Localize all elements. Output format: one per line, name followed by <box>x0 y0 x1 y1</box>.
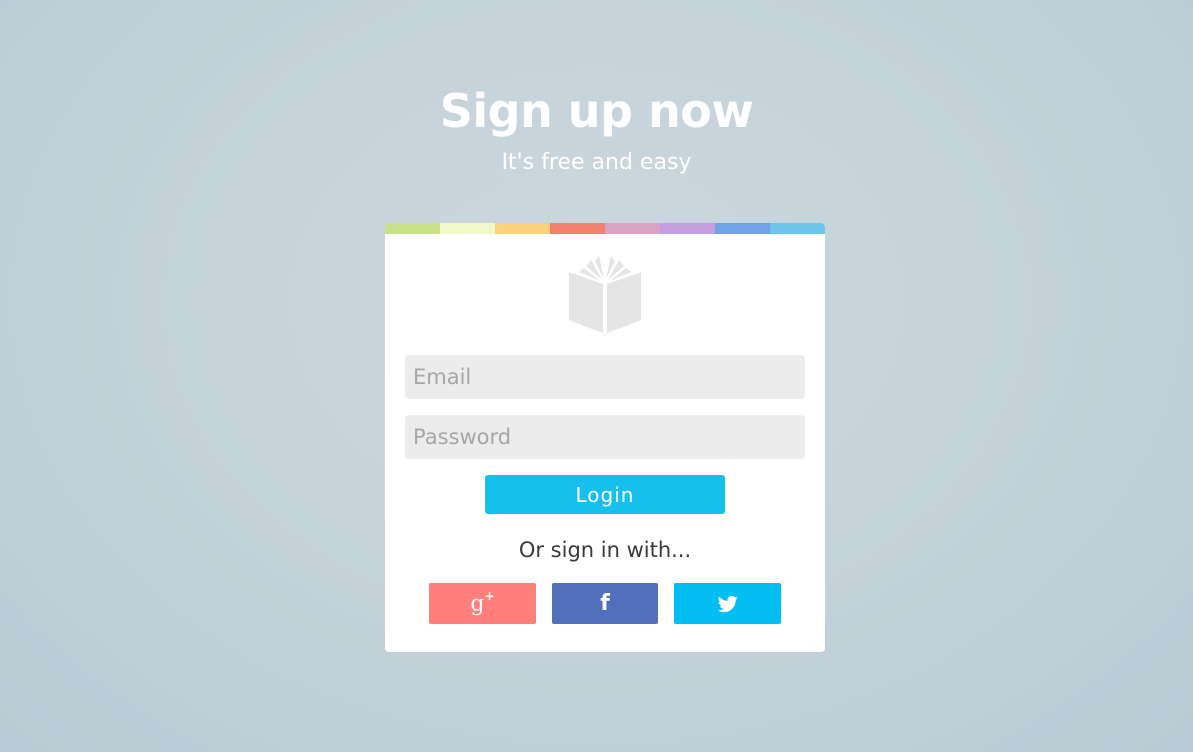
login-card: Login Or sign in with... g+ f <box>385 223 825 652</box>
google-plus-button[interactable]: g+ <box>429 583 536 624</box>
page-header: Sign up now It's free and easy <box>0 82 1193 178</box>
email-field[interactable] <box>405 355 805 399</box>
stripe-segment <box>550 223 605 234</box>
page-title: Sign up now <box>439 84 754 138</box>
stripe-segment <box>770 223 825 234</box>
google-plus-icon: g+ <box>470 589 495 617</box>
open-book-icon <box>569 256 641 336</box>
facebook-icon: f <box>600 590 610 616</box>
facebook-button[interactable]: f <box>552 583 658 624</box>
stripe-segment <box>495 223 550 234</box>
twitter-icon <box>717 595 738 612</box>
login-button[interactable]: Login <box>485 475 725 514</box>
twitter-button[interactable] <box>674 583 781 624</box>
stripe-segment <box>605 223 660 234</box>
stripe-segment <box>660 223 715 234</box>
stripe-segment <box>385 223 440 234</box>
social-prompt: Or sign in with... <box>518 538 692 562</box>
stripe-segment <box>715 223 770 234</box>
password-field[interactable] <box>405 415 805 459</box>
stripe-segment <box>440 223 495 234</box>
page-subtitle: It's free and easy <box>501 150 692 175</box>
color-stripe <box>385 223 825 234</box>
